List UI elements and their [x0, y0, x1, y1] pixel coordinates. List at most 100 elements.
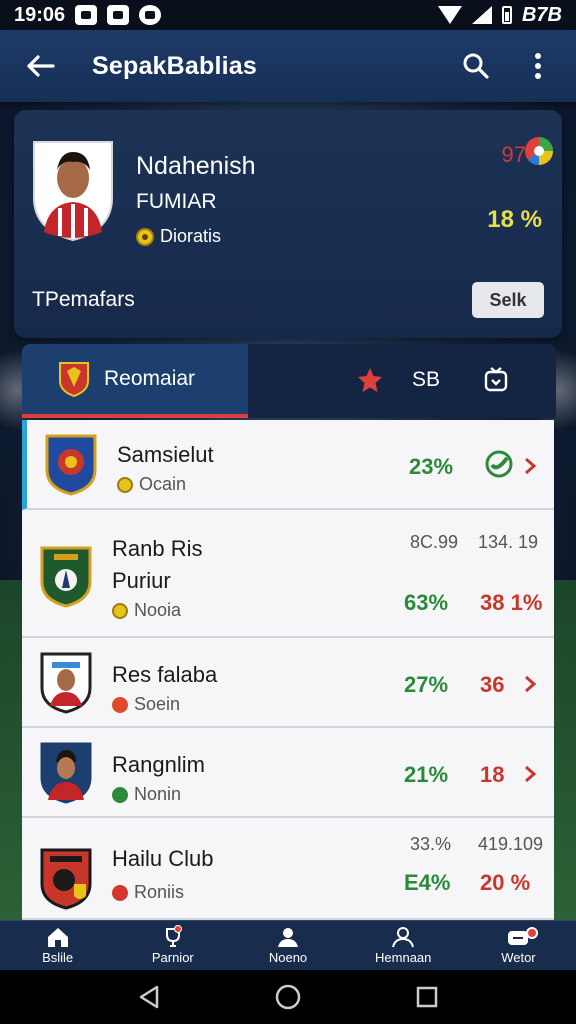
list-item-sub: Roniis [112, 882, 184, 903]
nav-item-label: Bslile [42, 950, 74, 965]
arrow-left-icon [27, 55, 55, 77]
profile-name: Ndahenish [136, 152, 256, 180]
bottom-navigation: Bslile Parnior Noeno Hemnaan Wetor [0, 920, 576, 970]
list-item-name-line2: Puriur [112, 568, 171, 593]
status-dot-icon [112, 696, 128, 713]
list-item-name: Ranb Ris [112, 536, 203, 561]
status-dot-icon [112, 786, 128, 803]
search-button[interactable] [460, 48, 492, 84]
list-item-stat: 36 [480, 672, 505, 697]
list-item-sub-label: Soein [134, 694, 181, 714]
profile-stat-main: 18 % [487, 206, 542, 233]
list-item[interactable]: Rangnlim Nonin 21% 18 [22, 728, 554, 818]
system-recents-button[interactable] [407, 977, 447, 1017]
star-icon[interactable] [356, 366, 384, 394]
profile-card[interactable]: Ndahenish FUMIAR Dioratis 97̃ 18 % TPema… [14, 110, 562, 338]
chevron-right-icon [525, 765, 537, 783]
list-item-stat: 20 % [480, 870, 531, 895]
notification-badge [526, 927, 539, 939]
list-item-stat: 38 1% [480, 590, 543, 615]
chevron-right-icon [525, 457, 537, 475]
signal-icon [471, 6, 492, 24]
battery-icon [501, 6, 512, 24]
more-vertical-icon [535, 53, 541, 79]
list-item-stat: 21% [404, 762, 449, 787]
list-item-sub-label: Ocain [139, 474, 187, 494]
share-icon[interactable] [482, 364, 510, 394]
player-avatar [33, 141, 113, 242]
list-item[interactable]: Res falaba Soein 27% 36 [22, 638, 554, 728]
list-item[interactable]: Hailu Club Roniis 33.% 419.109 E4% 20 % [22, 818, 554, 920]
pie-chart-icon [525, 137, 553, 166]
nav-item-label: Hemnaan [375, 950, 432, 965]
back-button[interactable] [22, 48, 58, 84]
nav-item-more[interactable]: Wetor [461, 921, 576, 970]
app-title: SepakBablias [92, 51, 257, 80]
status-bar: 19:06 B7B [0, 0, 576, 30]
nav-item-home[interactable]: Bslile [0, 921, 115, 970]
list-item-sub-label: Nooia [134, 600, 182, 620]
club-crest-icon [59, 362, 89, 397]
app-bar: SepakBablias [0, 30, 576, 102]
system-navigation [0, 970, 576, 1024]
coin-icon [112, 602, 128, 619]
list-item-sub-label: Roniis [134, 882, 185, 902]
search-icon [463, 53, 489, 79]
person-icon [278, 928, 298, 947]
circle-home-icon [275, 984, 301, 1010]
nav-item-players[interactable]: Noeno [230, 921, 345, 970]
tab-active[interactable]: Reomaiar [22, 344, 248, 418]
list-item-stat: E4% [404, 870, 451, 895]
nav-item-label: Parnior [151, 950, 194, 965]
profile-tag-label: Dioratis [160, 226, 222, 246]
user-icon [392, 927, 415, 948]
club-badge-icon [45, 434, 97, 496]
chevron-right-icon [525, 675, 537, 693]
list-item-name: Rangnlim [112, 752, 205, 777]
list-item-top-value: 419.109 [478, 834, 544, 854]
list-item-top-value: 134. 19 [478, 532, 539, 552]
status-dot-icon [112, 884, 128, 901]
nav-item-label: Wetor [501, 950, 536, 965]
list-item-sub: Soein [112, 694, 180, 715]
list-item-name: Res falaba [112, 662, 218, 687]
profile-section-label: TPemafars [32, 288, 135, 311]
tab-active-label: Reomaiar [104, 367, 196, 390]
coin-icon [117, 476, 133, 493]
nav-item-label: Noeno [268, 950, 308, 965]
nav-item-profile[interactable]: Hemnaan [346, 921, 461, 970]
more-menu-button[interactable] [522, 48, 554, 84]
status-time: 19:06 [14, 3, 66, 26]
list-item[interactable]: Samsielut Ocain 23% [22, 420, 554, 510]
select-button[interactable]: Selk [472, 282, 544, 318]
list-item-sub: Nooia [112, 600, 181, 621]
system-home-button[interactable] [268, 977, 308, 1017]
list-item-sub-label: Nonin [134, 784, 182, 804]
list-item-name: Hailu Club [112, 846, 214, 871]
list-item-sub: Ocain [117, 474, 186, 495]
player-avatar [40, 742, 92, 804]
tab-strip: Reomaiar SB [22, 344, 556, 418]
profile-stat-top: 97̃ [501, 142, 526, 167]
list-item-stat: 23% [409, 454, 454, 479]
list-item-top-value: 8C.99 [410, 532, 459, 552]
wifi-icon [437, 6, 462, 24]
media-icon [139, 5, 162, 25]
list-item-sub: Nonin [112, 784, 181, 805]
list-item-stat: 27% [404, 672, 449, 697]
club-badge-icon [40, 546, 92, 608]
list-item-top-value: 33.% [410, 834, 452, 854]
notification-icon [75, 5, 98, 25]
nav-item-matches[interactable]: Parnior [115, 921, 230, 970]
profile-subtitle: FUMIAR [136, 190, 217, 213]
list-item[interactable]: Ranb Ris Puriur Nooia 8C.99 134. 19 63% … [22, 510, 554, 638]
list-item-stat: 63% [404, 590, 449, 615]
club-badge-icon [40, 848, 92, 910]
check-circle-icon [485, 450, 513, 478]
tab-count[interactable]: SB [412, 368, 440, 392]
square-recents-icon [416, 986, 437, 1008]
status-indicators: B7B [437, 4, 562, 27]
message-icon [107, 5, 130, 25]
list-item-stat: 18 [480, 762, 505, 787]
system-back-button[interactable] [129, 977, 169, 1017]
